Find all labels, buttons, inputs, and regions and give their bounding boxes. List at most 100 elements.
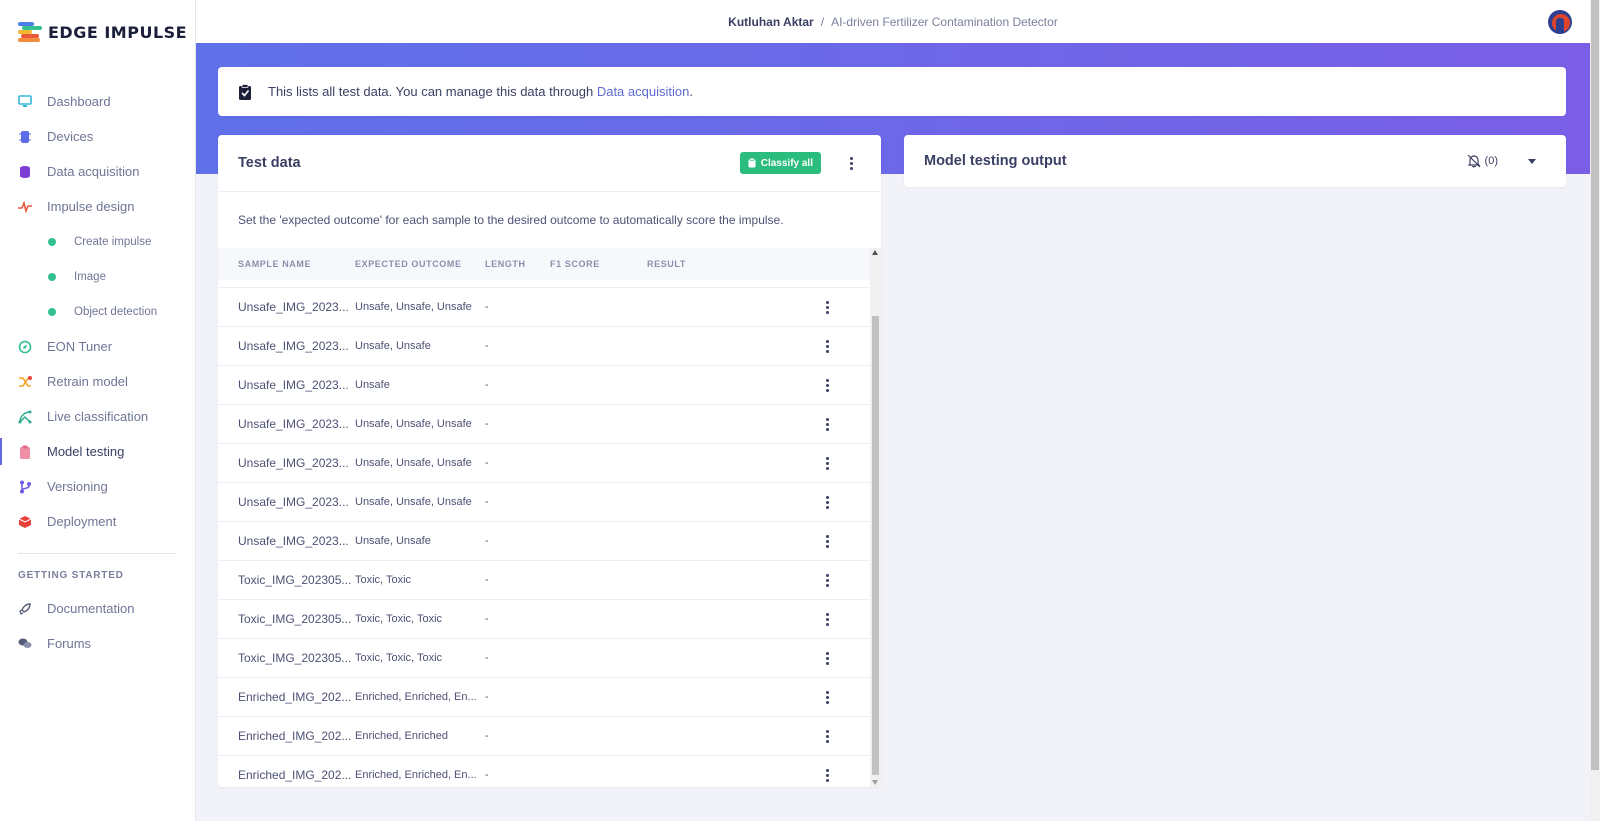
row-menu-icon[interactable] <box>817 764 837 786</box>
sidebar-item-devices[interactable]: Devices <box>0 119 195 154</box>
breadcrumb-project[interactable]: AI-driven Fertilizer Contamination Detec… <box>831 15 1058 29</box>
expected-outcome: Unsafe, Unsafe <box>355 535 431 547</box>
row-menu-icon[interactable] <box>817 335 837 357</box>
row-menu-icon[interactable] <box>817 374 837 396</box>
logo[interactable]: EDGE IMPULSE <box>18 22 187 42</box>
sample-name[interactable]: Toxic_IMG_202305... <box>238 612 355 626</box>
sample-name[interactable]: Unsafe_IMG_2023... <box>238 417 355 431</box>
sidebar-item-label: Dashboard <box>47 94 111 109</box>
row-menu-icon[interactable] <box>817 452 837 474</box>
sidebar-item-retrain-model[interactable]: Retrain model <box>0 364 195 399</box>
row-menu-icon[interactable] <box>817 608 837 630</box>
column-sample-name[interactable]: SAMPLE NAME <box>238 259 355 269</box>
sidebar-item-object-detection[interactable]: Object detection <box>0 294 195 329</box>
sample-length: - <box>485 769 489 781</box>
sidebar-item-create-impulse[interactable]: Create impulse <box>0 224 195 259</box>
sidebar-item-eon-tuner[interactable]: EON Tuner <box>0 329 195 364</box>
column-length[interactable]: LENGTH <box>485 259 550 269</box>
scroll-up-icon[interactable] <box>872 250 878 255</box>
table-row[interactable]: Unsafe_IMG_2023... Unsafe, Unsafe, Unsafe… <box>218 288 870 327</box>
info-suffix: . <box>689 84 693 99</box>
table-row[interactable]: Toxic_IMG_202305... Toxic, Toxic, Toxic - <box>218 600 870 639</box>
sidebar-item-label: Data acquisition <box>47 164 140 179</box>
table-row[interactable]: Unsafe_IMG_2023... Unsafe, Unsafe, Unsafe… <box>218 444 870 483</box>
column-expected-outcome[interactable]: EXPECTED OUTCOME <box>355 259 485 269</box>
row-menu-icon[interactable] <box>817 530 837 552</box>
notifications-toggle[interactable]: (0) <box>1467 154 1498 168</box>
test-data-header: Test data Classify all <box>218 135 881 192</box>
table-row[interactable]: Unsafe_IMG_2023... Unsafe, Unsafe - <box>218 522 870 561</box>
sidebar-item-data-acquisition[interactable]: Data acquisition <box>0 154 195 189</box>
row-menu-icon[interactable] <box>817 491 837 513</box>
expected-outcome: Enriched, Enriched, En... <box>355 769 477 781</box>
sidebar-item-label: Forums <box>47 636 92 651</box>
sidebar-item-label: Impulse design <box>47 199 135 214</box>
database-icon <box>18 165 32 179</box>
shuffle-icon <box>18 375 32 389</box>
chevron-down-icon[interactable] <box>1528 158 1536 164</box>
scrollbar-thumb[interactable] <box>872 316 879 775</box>
sample-name[interactable]: Unsafe_IMG_2023... <box>238 456 355 470</box>
sample-name[interactable]: Unsafe_IMG_2023... <box>238 339 355 353</box>
table-row[interactable]: Enriched_IMG_202... Enriched, Enriched, E… <box>218 678 870 717</box>
sample-name[interactable]: Enriched_IMG_202... <box>238 690 355 704</box>
table-row[interactable]: Unsafe_IMG_2023... Unsafe - <box>218 366 870 405</box>
breadcrumb-owner[interactable]: Kutluhan Aktar <box>728 15 814 29</box>
table-row[interactable]: Toxic_IMG_202305... Toxic, Toxic, Toxic - <box>218 639 870 678</box>
sample-name[interactable]: Unsafe_IMG_2023... <box>238 534 355 548</box>
table-row[interactable]: Unsafe_IMG_2023... Unsafe, Unsafe, Unsafe… <box>218 405 870 444</box>
row-menu-icon[interactable] <box>817 296 837 318</box>
table-row[interactable]: Unsafe_IMG_2023... Unsafe, Unsafe, Unsafe… <box>218 483 870 522</box>
sidebar-item-deployment[interactable]: Deployment <box>0 504 195 539</box>
column-result[interactable]: RESULT <box>647 259 817 269</box>
more-options-icon[interactable] <box>841 152 861 174</box>
sidebar-item-versioning[interactable]: Versioning <box>0 469 195 504</box>
sidebar-item-forums[interactable]: Forums <box>0 626 195 661</box>
column-f1-score[interactable]: F1 SCORE <box>550 259 647 269</box>
sample-length: - <box>485 652 489 664</box>
page-scrollbar-thumb[interactable] <box>1591 0 1599 770</box>
sidebar-item-live-classification[interactable]: Live classification <box>0 399 195 434</box>
sidebar-item-model-testing[interactable]: Model testing <box>0 434 195 469</box>
sample-name[interactable]: Enriched_IMG_202... <box>238 729 355 743</box>
row-menu-icon[interactable] <box>817 725 837 747</box>
page-scrollbar[interactable] <box>1590 0 1600 821</box>
chat-icon <box>18 637 32 651</box>
row-menu-icon[interactable] <box>817 686 837 708</box>
sample-length: - <box>485 730 489 742</box>
table-row[interactable]: Enriched_IMG_202... Enriched, Enriched, E… <box>218 756 870 787</box>
sidebar-item-impulse-design[interactable]: Impulse design <box>0 189 195 224</box>
row-menu-icon[interactable] <box>817 569 837 591</box>
data-acquisition-link[interactable]: Data acquisition <box>597 84 690 99</box>
table-scrollbar[interactable] <box>870 248 881 787</box>
sample-name[interactable]: Toxic_IMG_202305... <box>238 651 355 665</box>
expected-outcome: Unsafe <box>355 379 390 391</box>
sample-name[interactable]: Toxic_IMG_202305... <box>238 573 355 587</box>
sample-length: - <box>485 496 489 508</box>
row-menu-icon[interactable] <box>817 647 837 669</box>
sidebar-item-image[interactable]: Image <box>0 259 195 294</box>
table-row[interactable]: Toxic_IMG_202305... Toxic, Toxic - <box>218 561 870 600</box>
table-row-partial <box>218 280 870 288</box>
sample-name[interactable]: Unsafe_IMG_2023... <box>238 300 355 314</box>
row-menu-icon[interactable] <box>817 413 837 435</box>
branch-icon <box>18 480 32 494</box>
monitor-icon <box>18 95 32 109</box>
sample-name[interactable]: Unsafe_IMG_2023... <box>238 378 355 392</box>
sidebar-item-label: EON Tuner <box>47 339 113 354</box>
status-dot-icon <box>48 272 56 281</box>
sample-name[interactable]: Unsafe_IMG_2023... <box>238 495 355 509</box>
compass-icon <box>18 340 32 354</box>
table-row[interactable]: Enriched_IMG_202... Enriched, Enriched - <box>218 717 870 756</box>
expected-outcome: Unsafe, Unsafe, Unsafe <box>355 457 472 469</box>
avatar[interactable] <box>1548 10 1572 34</box>
sidebar-nav: Dashboard Devices Data acquisition Impul… <box>0 84 195 661</box>
sidebar-item-documentation[interactable]: Documentation <box>0 591 195 626</box>
scroll-down-icon[interactable] <box>872 780 878 785</box>
sidebar-item-dashboard[interactable]: Dashboard <box>0 84 195 119</box>
classify-all-button[interactable]: Classify all <box>739 152 821 174</box>
sample-name[interactable]: Enriched_IMG_202... <box>238 768 355 782</box>
getting-started-heading: GETTING STARTED <box>18 570 124 581</box>
pulse-icon <box>18 200 32 214</box>
table-row[interactable]: Unsafe_IMG_2023... Unsafe, Unsafe - <box>218 327 870 366</box>
